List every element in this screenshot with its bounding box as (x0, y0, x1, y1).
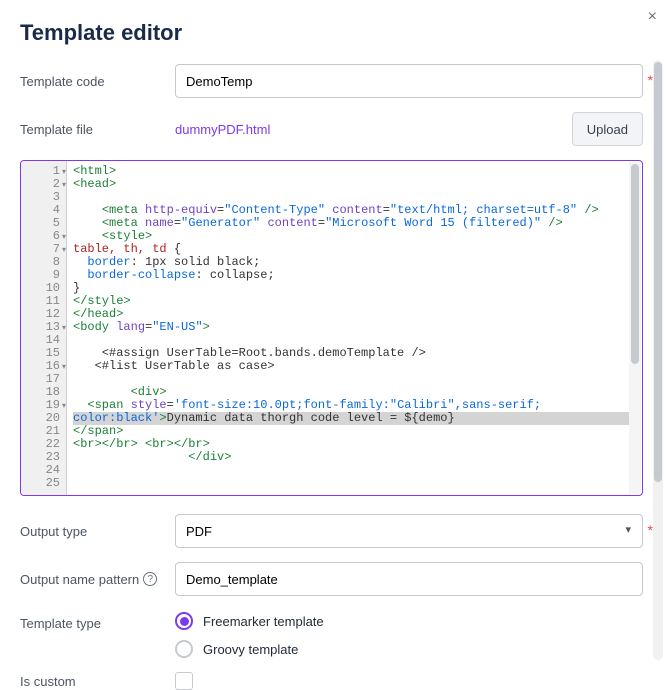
output-name-label: Output name pattern ? (20, 572, 175, 587)
output-name-row: Output name pattern ? (20, 562, 643, 596)
template-type-label: Template type (20, 610, 175, 631)
editor-gutter: 1234567891011121314151617181920212223242… (21, 161, 67, 495)
output-type-row: Output type PDF * (20, 514, 643, 548)
editor-scrollbar[interactable] (629, 162, 641, 494)
radio-groovy[interactable]: Groovy template (175, 640, 643, 658)
template-file-name: dummyPDF.html (175, 122, 270, 137)
output-type-select[interactable]: PDF (175, 514, 643, 548)
radio-label: Freemarker template (203, 614, 324, 629)
output-type-label: Output type (20, 524, 175, 539)
is-custom-label: Is custom (20, 674, 175, 689)
radio-icon (175, 612, 193, 630)
template-file-row: Template file dummyPDF.html Upload (20, 112, 643, 146)
output-name-input[interactable] (175, 562, 643, 596)
template-type-row: Template type Freemarker template Groovy… (20, 610, 643, 658)
close-icon[interactable]: × (648, 8, 657, 26)
template-code-label: Template code (20, 74, 175, 89)
is-custom-checkbox[interactable] (175, 672, 193, 690)
template-file-label: Template file (20, 122, 175, 137)
radio-freemarker[interactable]: Freemarker template (175, 612, 643, 630)
dialog-scrollbar[interactable] (653, 60, 663, 660)
template-editor-dialog: × Template editor Template code * Templa… (0, 0, 667, 670)
template-code-row: Template code * (20, 64, 643, 98)
template-code-input[interactable] (175, 64, 643, 98)
radio-label: Groovy template (203, 642, 298, 657)
upload-button[interactable]: Upload (572, 112, 643, 146)
dialog-title: Template editor (20, 20, 643, 46)
help-icon[interactable]: ? (143, 572, 157, 586)
code-editor[interactable]: 1234567891011121314151617181920212223242… (20, 160, 643, 496)
is-custom-row: Is custom (20, 672, 643, 690)
radio-icon (175, 640, 193, 658)
editor-content[interactable]: <html><head> <meta http-equiv="Content-T… (67, 161, 642, 495)
